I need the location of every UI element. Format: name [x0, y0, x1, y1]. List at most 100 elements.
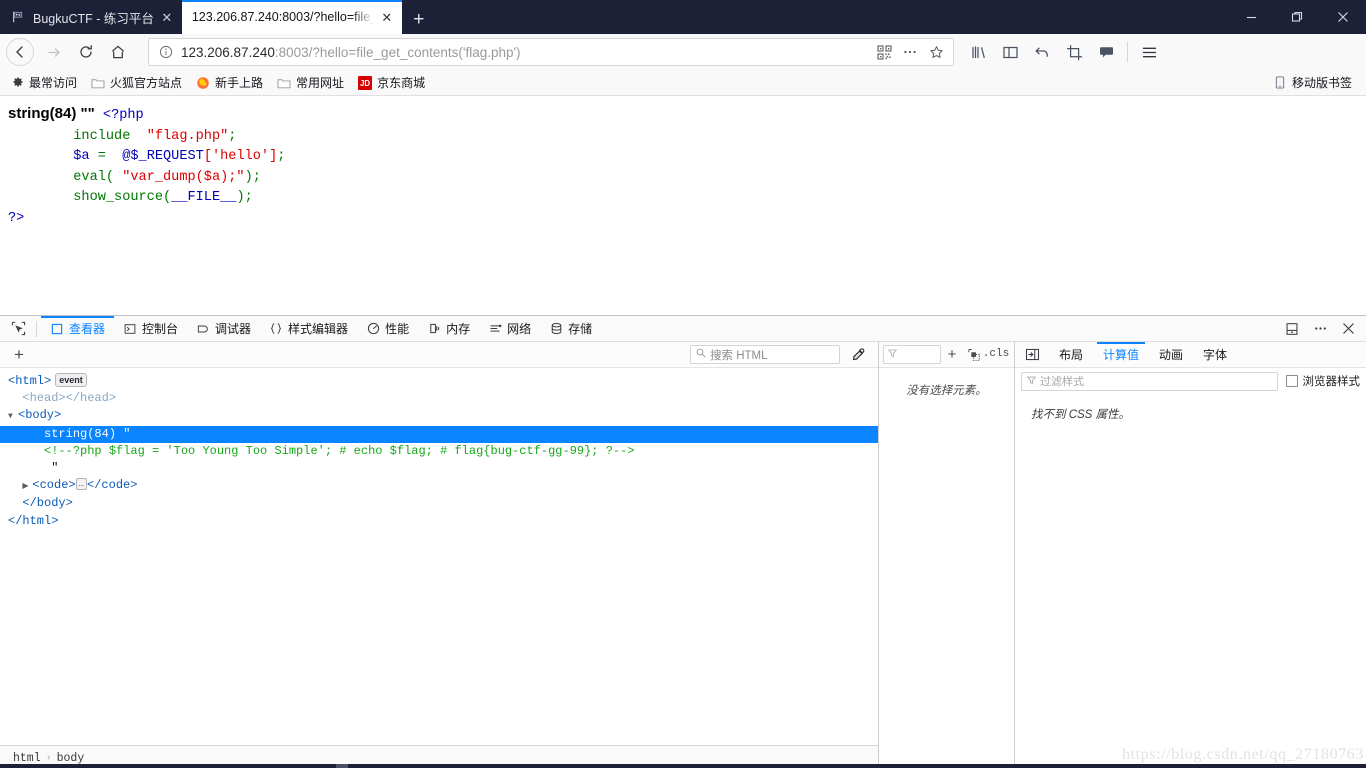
twisty-expanded-icon[interactable]: ▼ [8, 408, 18, 425]
taskbar-strip [0, 764, 1366, 768]
scrollbar-stub[interactable] [336, 764, 348, 768]
twisty-collapsed-icon[interactable]: ▶ [22, 478, 32, 495]
funnel-icon [1026, 376, 1037, 387]
navigation-toolbar: 123.206.87.240:8003/?hello=file_get_cont… [0, 34, 1366, 70]
devtools-panel: 查看器 控制台 调试器 样式编辑器 性能 内存 网络 存储 + 搜索 HTML … [0, 315, 1366, 768]
computed-filter-input[interactable]: 过滤样式 [1021, 371, 1278, 391]
info-circle-icon[interactable] [157, 43, 175, 61]
php-source-listing: <?php include "flag.php"; $a = @$_REQUES… [8, 108, 285, 226]
body-tag: <body> [18, 408, 62, 423]
markup-line-head[interactable]: <head></head> [0, 390, 878, 407]
markup-line-quote[interactable]: " [0, 460, 878, 477]
back-button[interactable] [6, 38, 34, 66]
qr-code-icon[interactable] [871, 40, 897, 64]
bookmark-beginner[interactable]: 新手上路 [190, 72, 269, 93]
library-icon[interactable] [962, 37, 994, 67]
php-eval-string: "var_dump($a);" [114, 169, 245, 185]
panel-toggle-icon[interactable] [1019, 344, 1045, 366]
window-close-button[interactable] [1320, 0, 1366, 34]
window-minimize-button[interactable] [1228, 0, 1274, 34]
computed-filter-row: 过滤样式 浏览器样式 [1015, 368, 1366, 394]
php-include-keyword: include [73, 128, 131, 144]
devtools-tab-memory[interactable]: 内存 [418, 316, 479, 342]
url-bar-actions [871, 40, 949, 64]
php-variable-a: $a [73, 149, 90, 164]
browser-tab-bugkuctf[interactable]: BugkuCTF - 练习平台 ✕ [0, 0, 182, 34]
markup-line-body-close[interactable]: </body> [0, 495, 878, 512]
screenshot-icon[interactable] [1058, 37, 1090, 67]
rules-filter-input[interactable] [883, 345, 941, 364]
pocket-icon[interactable] [1090, 37, 1122, 67]
sidebar-icon[interactable] [994, 37, 1026, 67]
dock-bottom-icon[interactable] [1278, 317, 1306, 341]
tab-close-icon[interactable]: ✕ [378, 8, 396, 26]
devtools-options-icon[interactable] [1306, 317, 1334, 341]
computed-tab-fonts[interactable]: 字体 [1193, 342, 1237, 368]
devtools-close-icon[interactable] [1334, 317, 1362, 341]
add-node-button[interactable]: + [6, 344, 32, 366]
element-style-icon[interactable] [963, 344, 985, 366]
jd-icon: JD [358, 75, 373, 90]
memory-icon [427, 322, 441, 336]
markup-line-html-open[interactable]: <html> event [0, 373, 878, 390]
browser-styles-checkbox[interactable]: 浏览器样式 [1285, 373, 1360, 389]
performance-icon [366, 322, 380, 336]
markup-line-code[interactable]: ▶ <code>… </code> [0, 477, 878, 495]
markup-line-selected-text-node[interactable]: string(84) " [0, 425, 878, 443]
eyedropper-icon[interactable] [844, 344, 872, 366]
sync-icon[interactable] [1026, 37, 1058, 67]
bookmark-label: 火狐官方站点 [110, 76, 183, 90]
devtools-tab-label: 网络 [507, 322, 532, 336]
collapsed-children-icon[interactable]: … [75, 478, 88, 491]
bookmark-jd[interactable]: JD 京东商城 [352, 72, 431, 93]
devtools-tab-label: 查看器 [69, 322, 106, 336]
php-space [130, 129, 146, 144]
element-picker-icon[interactable] [4, 317, 32, 341]
new-tab-button[interactable]: + [402, 4, 436, 34]
window-maximize-button[interactable] [1274, 0, 1320, 34]
url-input[interactable]: 123.206.87.240:8003/?hello=file_get_cont… [181, 45, 871, 60]
devtools-tab-style-editor[interactable]: 样式编辑器 [260, 316, 357, 342]
browser-tab-active-page[interactable]: 123.206.87.240:8003/?hello=file_get_ ✕ [181, 0, 402, 34]
tab-close-icon[interactable]: ✕ [158, 8, 176, 26]
bookmark-common-sites[interactable]: 常用网址 [271, 72, 350, 93]
tab-label: 字体 [1203, 348, 1228, 362]
devtools-tab-label: 存储 [568, 322, 593, 336]
checkbox-icon[interactable] [1285, 375, 1298, 387]
html-close-tag: </html> [8, 513, 59, 528]
star-icon[interactable] [923, 40, 949, 64]
devtools-tab-console[interactable]: 控制台 [114, 316, 187, 342]
breadcrumb-item-html[interactable]: html [8, 752, 46, 765]
home-button[interactable] [102, 37, 134, 67]
reload-button[interactable] [70, 37, 102, 67]
add-rule-button[interactable]: + [941, 344, 963, 366]
bookmark-most-visited[interactable]: 最常访问 [4, 72, 83, 93]
storage-icon [549, 322, 563, 336]
devtools-tab-label: 内存 [446, 322, 471, 336]
menu-icon[interactable] [1133, 37, 1165, 67]
computed-tabbar: 布局 计算值 动画 字体 [1015, 341, 1366, 368]
computed-tab-animations[interactable]: 动画 [1149, 342, 1193, 368]
breadcrumb-item-body[interactable]: body [52, 752, 90, 765]
search-input[interactable]: 搜索 HTML [690, 345, 840, 364]
devtools-tab-performance[interactable]: 性能 [357, 316, 418, 342]
computed-tab-computed[interactable]: 计算值 [1093, 341, 1149, 368]
devtools-tab-network[interactable]: 网络 [479, 316, 540, 342]
bookmark-firefox-official[interactable]: 火狐官方站点 [85, 72, 188, 93]
devtools-tab-debugger[interactable]: 调试器 [187, 316, 260, 342]
devtools-tab-storage[interactable]: 存储 [540, 316, 601, 342]
devtools-tab-inspector[interactable]: 查看器 [41, 315, 115, 342]
rules-pane: + .cls 没有选择元素。 [879, 342, 1015, 768]
toggle-classes-button[interactable]: .cls [983, 344, 1009, 366]
event-badge[interactable]: event [55, 373, 87, 387]
markup-line-body-open[interactable]: ▼ <body> [0, 407, 878, 425]
markup-tree[interactable]: <html> event <head></head> ▼ <body> string… [0, 368, 878, 745]
markup-line-html-close[interactable]: </html> [0, 513, 878, 530]
url-host: 123.206.87.240 [181, 44, 275, 60]
php-semicolon: ; [277, 149, 286, 164]
ellipsis-icon[interactable] [897, 40, 923, 64]
markup-line-comment[interactable]: <!--?php $flag = 'Too Young Too Simple';… [0, 443, 878, 460]
url-bar[interactable]: 123.206.87.240:8003/?hello=file_get_cont… [148, 38, 954, 66]
computed-tab-layout[interactable]: 布局 [1049, 342, 1093, 368]
bookmark-mobile-bookmarks[interactable]: 移动版书签 [1267, 72, 1358, 93]
